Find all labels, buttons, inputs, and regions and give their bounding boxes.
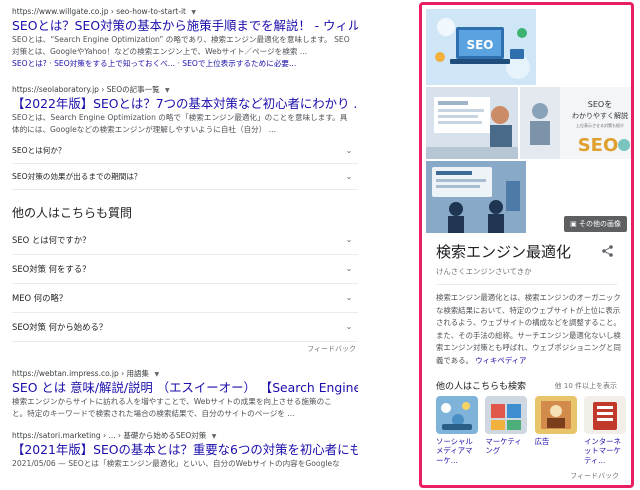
paa-question[interactable]: MEO 何の略？ ⌄ (12, 284, 358, 313)
chevron-down-icon: ⌄ (345, 264, 353, 273)
sitelink-row[interactable]: SEO対策の効果が出るまでの期間は？ ⌄ (12, 164, 358, 190)
sublink[interactable]: SEOとは? (12, 59, 47, 68)
result-url[interactable]: https://www.willgate.co.jp › seo-how-to-… (12, 6, 358, 17)
related-entity-label: インターネットマーケティ... (583, 437, 621, 465)
related-entity-image (534, 396, 577, 434)
result-title-link[interactable]: SEOとは？SEO対策の基本から施策手順までを解説！ - ウィル ... (12, 17, 358, 34)
snippet-line: と。特定のキーワードで検索された場合の検索結果で、自分のサイトのページを ... (12, 409, 295, 418)
result-url-path: › ... › 基礎から始めるSEO対策 (103, 431, 207, 440)
result-title-link[interactable]: SEO とは 意味/解説/説明 （エスイーオー） 【Search Engine … (12, 379, 358, 396)
panel-reading: けんさくエンジンさいてきか (436, 267, 532, 276)
chevron-down-icon[interactable]: ▼ (191, 9, 196, 16)
related-entity[interactable]: ソーシャルメディアマーケ... (436, 396, 478, 465)
related-entity[interactable]: インターネットマーケティ... (583, 396, 626, 465)
chevron-down-icon: ⌄ (345, 171, 353, 181)
result-title-link[interactable]: 【2022年版】SEOとは？7つの基本対策など初心者にわかり ... (12, 95, 358, 112)
chevron-down-icon[interactable]: ▼ (154, 371, 159, 378)
result-url-path: › seo-how-to-start-it (110, 7, 186, 16)
chevron-down-icon: ⌄ (345, 235, 353, 244)
sublink[interactable]: SEO対策をする上で知っておくべ... (54, 59, 175, 68)
result-url[interactable]: https://seolaboratory.jp › SEOの記事一覧 ▼ (12, 84, 358, 95)
search-result: https://seolaboratory.jp › SEOの記事一覧 ▼ 【2… (12, 84, 358, 190)
result-snippet: SEOとは、Search Engine Optimization の略で「検索エ… (12, 112, 358, 136)
img3-text-2: わかりやすく解説 (572, 111, 628, 120)
result-snippet: 検索エンジンからサイトに訪れる人を増やすことで、Webサイトの成果を向上させる施… (12, 396, 358, 420)
image-gallery: SEO SEOを わかりやすく解説 上位表示させる対策も紹介 SEO ▣ その他… (422, 5, 631, 237)
sitelink-row[interactable]: SEOとは何か？ ⌄ (12, 138, 358, 164)
people-also-search-heading: 他の人はこちらも検索 (436, 382, 527, 392)
image-icon: ▣ (570, 220, 579, 228)
related-entity-image (485, 396, 528, 434)
gallery-image-seo-laptop[interactable]: SEO (426, 9, 536, 85)
more-images-button[interactable]: ▣ その他の画像 (564, 216, 627, 232)
people-also-ask: 他の人はこちらも質問 SEO とは何ですか？ ⌄ SEO対策 何をする？ ⌄ M… (12, 200, 358, 356)
sitelinks: SEOとは何か？ ⌄ SEO対策の効果が出るまでの期間は？ ⌄ (12, 138, 358, 190)
related-entity-image (583, 396, 626, 434)
related-entity-label: マーケティング (485, 437, 522, 456)
result-snippet: SEOとは、“Search Engine Optimization” の略であり… (12, 34, 358, 70)
gallery-image-seo-explained[interactable]: SEOを わかりやすく解説 上位表示させる対策も紹介 SEO (520, 87, 631, 159)
snippet-line: SEOとは、Search Engine Optimization の略で「検索エ… (12, 113, 348, 122)
panel-feedback-link[interactable]: フィードバック (570, 471, 619, 481)
related-entity-label: ソーシャルメディアマーケ... (436, 437, 473, 465)
panel-title: 検索エンジン最適化 (436, 243, 572, 261)
paa-question-label: MEO 何の略？ (12, 293, 68, 303)
panel-description: 検索エンジン最適化とは、検索エンジンのオーガニックな検索結果において、特定のウェ… (436, 292, 624, 368)
result-url-path: › SEOの記事一覧 (101, 85, 160, 94)
result-url[interactable]: https://satori.marketing › ... › 基礎から始める… (12, 430, 358, 441)
result-title-link[interactable]: 【2021年版】SEOの基本とは？重要な6つの対策を初心者にも ... (12, 441, 358, 458)
related-entity-image (436, 396, 478, 434)
divider (436, 284, 617, 285)
paa-question-label: SEO対策 何をする？ (12, 264, 91, 274)
related-entity-label: 広告 (534, 437, 550, 446)
paa-question-label: SEO対策 何から始める？ (12, 322, 108, 332)
wikipedia-link[interactable]: ウィキペディア (475, 356, 526, 365)
img3-text-big: SEO (578, 135, 619, 156)
img3-text-1: SEOを (588, 100, 612, 109)
search-results: https://www.willgate.co.jp › seo-how-to-… (12, 6, 358, 480)
chevron-down-icon[interactable]: ▼ (212, 433, 217, 440)
search-result: https://www.willgate.co.jp › seo-how-to-… (12, 6, 358, 70)
result-url[interactable]: https://webtan.impress.co.jp › 用語集 ▼ (12, 368, 358, 379)
seo-logo-text: SEO (466, 38, 493, 52)
search-result: https://webtan.impress.co.jp › 用語集 ▼ SEO… (12, 368, 358, 420)
result-url-domain: https://seolaboratory.jp (12, 85, 99, 94)
sublink[interactable]: SEOで上位表示するために必要... (182, 59, 296, 68)
gallery-image-seo-office[interactable] (426, 87, 518, 159)
share-icon[interactable] (602, 245, 613, 260)
paa-heading: 他の人はこちらも質問 (12, 206, 133, 220)
snippet-line: 2021/05/06 — SEOとは「検索エンジン最適化」といい、自分のWebサ… (12, 459, 340, 468)
snippet-line: 体的には、Googleなどの検索エンジンが理解しやすいように自社（自分） ... (12, 125, 277, 134)
result-snippet: 2021/05/06 — SEOとは「検索エンジン最適化」といい、自分のWebサ… (12, 458, 358, 470)
chevron-down-icon: ⌄ (345, 145, 353, 155)
people-also-search-list: ソーシャルメディアマーケ... マーケティング 広告 インターネットマーケティ.… (436, 396, 626, 465)
snippet-line: SEOとは、“Search Engine Optimization” の略であり… (12, 35, 350, 44)
chevron-down-icon: ⌄ (345, 322, 353, 331)
snippet-line: 対策とは、GoogleやYahoo！などの検索エンジン上で、Webサイト／ページ… (12, 47, 308, 56)
feedback-link[interactable]: フィードバック (12, 342, 358, 356)
paa-question-label: SEO とは何ですか？ (12, 235, 91, 245)
result-url-path: › 用語集 (121, 369, 150, 378)
show-more-link[interactable]: 他 10 件以上を表示 (555, 381, 617, 391)
sitelink-label: SEO対策の効果が出るまでの期間は？ (12, 172, 142, 181)
img3-text-3: 上位表示させる対策も紹介 (576, 122, 624, 128)
result-url-domain: https://www.willgate.co.jp (12, 7, 109, 16)
paa-question[interactable]: SEO対策 何から始める？ ⌄ (12, 313, 358, 342)
more-images-label: その他の画像 (579, 220, 621, 228)
sitelink-label: SEOとは何か？ (12, 146, 66, 155)
gallery-image-seo-team[interactable] (426, 161, 526, 233)
result-url-domain: https://webtan.impress.co.jp (12, 369, 119, 378)
paa-question[interactable]: SEO とは何ですか？ ⌄ (12, 226, 358, 255)
related-entity[interactable]: 広告 (534, 396, 577, 465)
related-entity[interactable]: マーケティング (485, 396, 528, 465)
chevron-down-icon: ⌄ (345, 293, 353, 302)
paa-question[interactable]: SEO対策 何をする？ ⌄ (12, 255, 358, 284)
search-result: https://satori.marketing › ... › 基礎から始める… (12, 430, 358, 470)
knowledge-panel: SEO SEOを わかりやすく解説 上位表示させる対策も紹介 SEO ▣ その他… (419, 2, 634, 488)
snippet-line: 検索エンジンからサイトに訪れる人を増やすことで、Webサイトの成果を向上させる施… (12, 397, 332, 406)
description-text: 検索エンジン最適化とは、検索エンジンのオーガニックな検索結果において、特定のウェ… (436, 293, 621, 365)
chevron-down-icon[interactable]: ▼ (165, 87, 170, 94)
result-url-domain: https://satori.marketing (12, 431, 101, 440)
